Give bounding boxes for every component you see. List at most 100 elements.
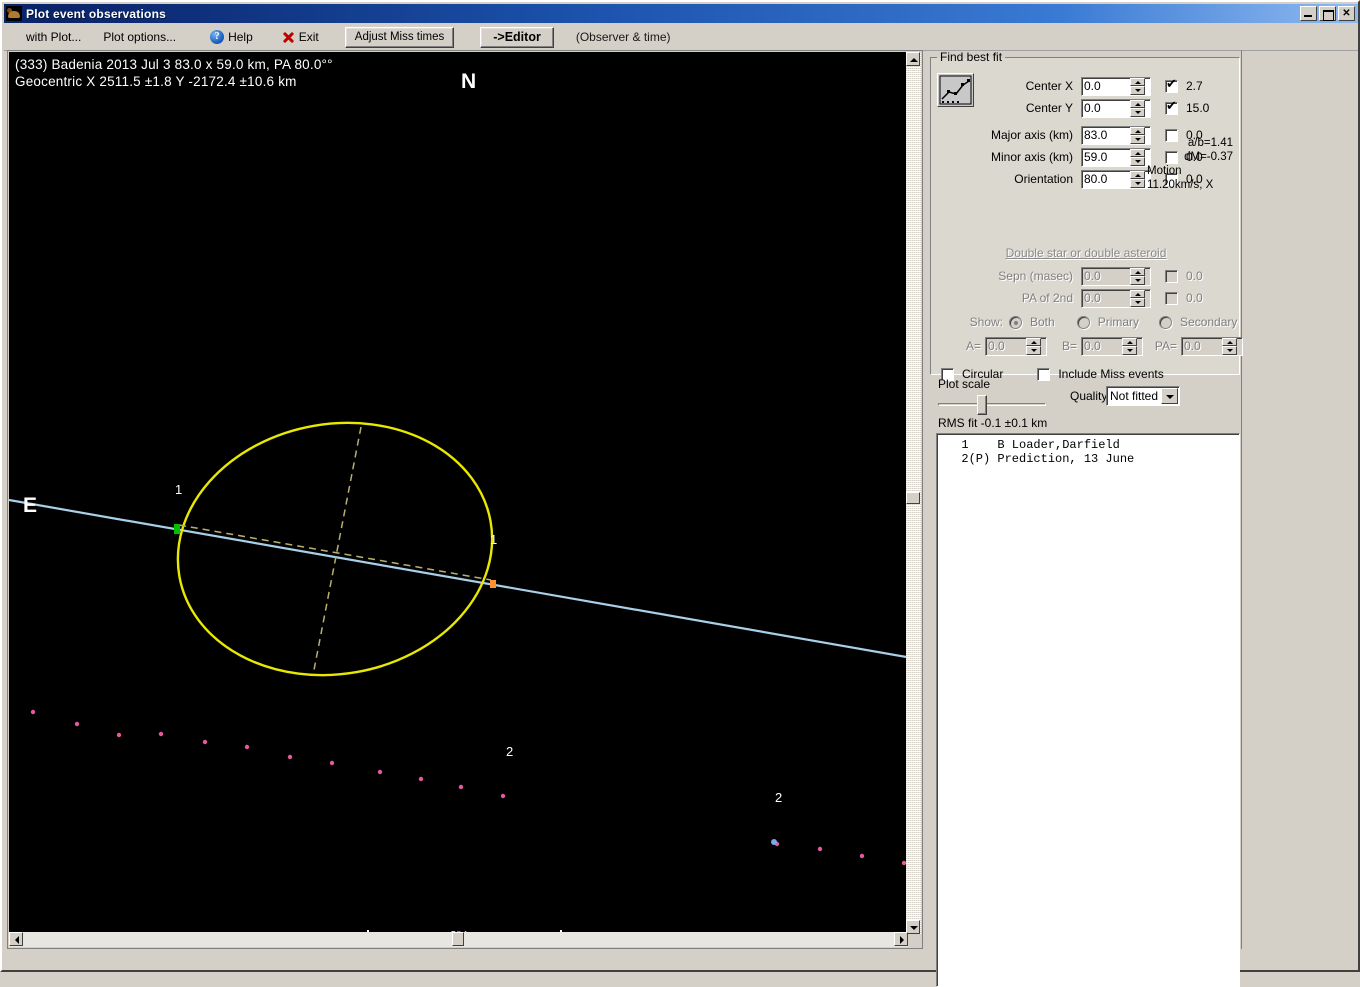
pa-label: PA=	[1154, 339, 1177, 353]
show-radio-group: Show: Both Primary Secondary	[959, 312, 1238, 332]
orientation-spin-down[interactable]	[1130, 179, 1145, 188]
chevron-left-icon	[15, 936, 19, 944]
chevron-down-icon[interactable]	[1161, 388, 1178, 404]
orientation-input[interactable]	[1082, 170, 1130, 188]
minor-axis-spin-buttons[interactable]	[1130, 148, 1145, 166]
track-label-2a: 2	[506, 744, 514, 759]
fit-row-pa-of-2nd: PA of 2nd 0.0	[953, 288, 1203, 308]
observations-list[interactable]: 1 B Loader,Darfield 2(P) Prediction, 13 …	[936, 433, 1240, 987]
scatter-plot-icon[interactable]	[937, 73, 974, 107]
editor-button[interactable]: ->Editor	[480, 26, 554, 48]
orientation-spinner[interactable]	[1081, 169, 1151, 189]
pa-of-2nd-spinner	[1081, 288, 1151, 308]
chevron-down-icon	[910, 926, 918, 930]
window-title: Plot event observations	[26, 6, 166, 21]
scroll-down-button[interactable]	[906, 920, 920, 934]
chord-label-exit: 1	[490, 532, 498, 547]
a-spin-buttons	[1026, 337, 1041, 355]
center-y-spin-down[interactable]	[1130, 108, 1145, 117]
sepn-spin-down	[1130, 276, 1145, 285]
center-y-sigma: 15.0	[1186, 101, 1210, 115]
include-miss-events-checkbox[interactable]	[1037, 367, 1051, 381]
pa-of-2nd-checkbox	[1165, 291, 1178, 305]
major-axis-spin-down[interactable]	[1130, 135, 1145, 144]
major-axis-input[interactable]	[1082, 126, 1130, 144]
find-best-fit-title: Find best fit	[940, 50, 1003, 64]
pa-spin-buttons	[1222, 337, 1237, 355]
list-item[interactable]: 1 B Loader,Darfield	[937, 438, 1239, 452]
occultation-plot-graphic	[9, 421, 908, 866]
chord-label-entry: 1	[175, 482, 183, 497]
orientation-spin-buttons[interactable]	[1130, 170, 1145, 188]
a-label: A=	[965, 339, 981, 353]
panel-divider	[1241, 50, 1242, 949]
center-y-input[interactable]	[1082, 99, 1130, 117]
orientation-spin-up[interactable]	[1130, 170, 1145, 179]
exit-label: Exit	[298, 30, 319, 44]
sepn-input	[1082, 267, 1130, 285]
minor-axis-spin-up[interactable]	[1130, 148, 1145, 157]
center-y-spin-buttons[interactable]	[1130, 99, 1145, 117]
right-panel: Find best fit Center X 0.0 ✔ 2.7 Center …	[930, 50, 1358, 987]
quality-dropdown[interactable]: Not fitted	[1106, 386, 1180, 406]
a-spinner	[985, 336, 1047, 356]
plot-horizontal-scroll-thumb[interactable]	[452, 932, 464, 946]
maximize-button[interactable]	[1319, 6, 1336, 21]
plot-vertical-scroll-thumb[interactable]	[906, 492, 920, 504]
fit-row-sepn: Sepn (masec) 0.0	[953, 266, 1203, 286]
double-star-section-title: Double star or double asteroid	[1005, 246, 1167, 260]
b-label: B=	[1061, 339, 1077, 353]
plot-canvas[interactable]: (333) Badenia 2013 Jul 3 83.0 x 59.0 km,…	[9, 52, 908, 934]
minimize-button[interactable]	[1300, 6, 1317, 21]
center-x-input[interactable]	[1082, 77, 1130, 95]
scroll-left-button[interactable]	[9, 932, 23, 946]
pa-of-2nd-label: PA of 2nd	[1021, 291, 1073, 305]
major-axis-spin-buttons[interactable]	[1130, 126, 1145, 144]
with-plot-menu[interactable]: with Plot...	[20, 27, 87, 47]
b-spin-down	[1122, 346, 1137, 355]
minor-axis-spin-down[interactable]	[1130, 157, 1145, 166]
north-label: N	[461, 70, 477, 93]
plot-scale-slider[interactable]	[938, 395, 1046, 415]
fit-info-block: a/b=1.41 dM=-0.37 Motion 11.20km/s, X	[1147, 136, 1233, 192]
motion-label: Motion	[1147, 165, 1182, 177]
b-input	[1082, 337, 1122, 355]
pa-spinner	[1181, 336, 1243, 356]
center-x-spinner[interactable]	[1081, 76, 1151, 96]
pa-of-2nd-spin-up	[1130, 289, 1145, 298]
help-button[interactable]: ? Help	[210, 30, 253, 44]
center-x-spin-down[interactable]	[1130, 86, 1145, 95]
show-secondary-radio	[1159, 315, 1173, 329]
minor-axis-spinner[interactable]	[1081, 147, 1151, 167]
center-y-checkbox[interactable]	[1165, 99, 1178, 115]
motion-value: 11.20km/s, X	[1147, 179, 1214, 191]
major-axis-spinner[interactable]	[1081, 125, 1151, 145]
list-item[interactable]: 2(P) Prediction, 13 June	[937, 452, 1239, 466]
center-y-spin-up[interactable]	[1130, 99, 1145, 108]
major-axis-spin-up[interactable]	[1130, 126, 1145, 135]
plot-options-menu[interactable]: Plot options...	[97, 27, 182, 47]
exit-button[interactable]: Exit	[281, 30, 319, 44]
sepn-checkbox	[1165, 269, 1178, 283]
plot-vertical-scrollbar[interactable]	[906, 52, 921, 934]
center-x-spin-buttons[interactable]	[1130, 77, 1145, 95]
center-y-spinner[interactable]	[1081, 98, 1151, 118]
plot-scale-thumb[interactable]	[977, 395, 987, 415]
red-x-icon	[281, 30, 295, 44]
pa-spin-up	[1222, 337, 1237, 346]
center-x-checkbox[interactable]	[1165, 77, 1178, 93]
track-label-2b: 2	[775, 790, 783, 805]
sepn-sigma: 0.0	[1186, 269, 1203, 283]
scroll-right-button[interactable]	[894, 932, 908, 946]
sepn-spin-up	[1130, 267, 1145, 276]
scroll-up-button[interactable]	[906, 52, 920, 66]
close-button[interactable]: ✕	[1338, 6, 1355, 21]
a-spin-down	[1026, 346, 1041, 355]
minor-axis-input[interactable]	[1082, 148, 1130, 166]
title-bar: Plot event observations ✕	[4, 4, 1358, 23]
orientation-label: Orientation	[1014, 172, 1073, 186]
center-x-spin-up[interactable]	[1130, 77, 1145, 86]
plot-horizontal-scrollbar[interactable]	[9, 932, 908, 947]
adjust-miss-times-button[interactable]: Adjust Miss times	[344, 26, 455, 48]
center-y-label: Center Y	[1025, 101, 1073, 115]
